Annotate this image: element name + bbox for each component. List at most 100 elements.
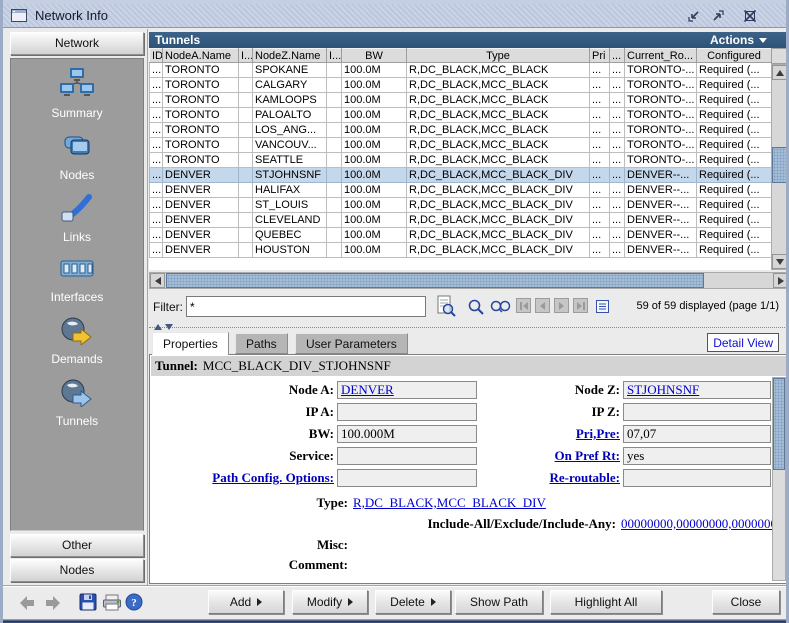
node-z-field[interactable]: STJOHNSNF <box>623 381 771 399</box>
minimize-button[interactable] <box>685 7 702 24</box>
column-header[interactable]: I... <box>327 49 342 63</box>
scroll-up-button[interactable] <box>772 65 787 80</box>
filter-input[interactable] <box>186 296 426 317</box>
path-config-options-link[interactable]: Path Config. Options: <box>156 470 334 486</box>
column-header[interactable]: ... <box>610 49 625 63</box>
node-a-link[interactable]: DENVER <box>341 382 394 397</box>
table-row[interactable]: ...DENVERHOUSTON100.0MR,DC_BLACK,MCC_BLA… <box>150 243 772 258</box>
last-page-button[interactable] <box>573 298 588 313</box>
column-header[interactable]: NodeZ.Name <box>253 49 327 63</box>
close-dialog-button[interactable]: Close <box>712 590 780 614</box>
table-row[interactable]: ...TORONTOCALGARY100.0MR,DC_BLACK,MCC_BL… <box>150 78 772 93</box>
first-page-button[interactable] <box>516 298 531 313</box>
node-a-field[interactable]: DENVER <box>337 381 477 399</box>
sidebar-item-nodes[interactable]: Nodes <box>59 131 95 182</box>
maximize-button[interactable] <box>709 7 726 24</box>
pri-pre-field[interactable]: 07,07 <box>623 425 771 443</box>
table-row[interactable]: ...DENVERQUEBEC100.0MR,DC_BLACK,MCC_BLAC… <box>150 228 772 243</box>
table-row[interactable]: ...TORONTOVANCOUV...100.0MR,DC_BLACK,MCC… <box>150 138 772 153</box>
scroll-left-button[interactable] <box>150 273 165 288</box>
table-vertical-scrollbar[interactable] <box>771 64 788 270</box>
table-horizontal-scrollbar[interactable] <box>149 272 789 289</box>
other-category-button[interactable]: Other <box>10 534 144 557</box>
collapse-down-icon[interactable] <box>165 324 173 330</box>
bw-field[interactable]: 100.000M <box>337 425 477 443</box>
sidebar-item-demands[interactable]: Demands <box>51 315 102 366</box>
show-path-button[interactable]: Show Path <box>455 590 543 614</box>
collapse-up-icon[interactable] <box>154 324 162 330</box>
properties-scroll-thumb[interactable] <box>773 378 785 470</box>
scroll-down-button[interactable] <box>772 254 787 269</box>
network-category-button[interactable]: Network <box>10 32 144 55</box>
table-cell: Required (... <box>697 78 772 93</box>
ip-z-field[interactable] <box>623 403 771 421</box>
print-icon[interactable] <box>102 593 122 617</box>
column-header[interactable]: Current_Ro... <box>625 49 697 63</box>
horizontal-scroll-thumb[interactable] <box>166 273 704 288</box>
zoom-selection-icon[interactable] <box>489 298 513 321</box>
save-icon[interactable] <box>79 593 97 616</box>
next-page-button[interactable] <box>554 298 569 313</box>
column-header[interactable]: Type <box>407 49 590 63</box>
split-divider[interactable] <box>149 323 789 332</box>
highlight-all-button[interactable]: Highlight All <box>550 590 662 614</box>
tab-properties[interactable]: Properties <box>152 332 229 355</box>
nodes-category-button[interactable]: Nodes <box>10 559 144 582</box>
column-header[interactable]: Pri <box>590 49 610 63</box>
detail-view-button[interactable]: Detail View <box>707 333 779 352</box>
titlebar[interactable]: Network Info <box>3 4 786 28</box>
table-row[interactable]: ...TORONTOSPOKANE100.0MR,DC_BLACK,MCC_BL… <box>150 63 772 78</box>
filter-label: Filter: <box>153 300 183 314</box>
table-row[interactable]: ...TORONTOKAMLOOPS100.0MR,DC_BLACK,MCC_B… <box>150 93 772 108</box>
sidebar-item-interfaces[interactable]: Interfaces <box>51 255 104 304</box>
table-cell <box>327 78 342 93</box>
include-link[interactable]: 00000000,00000000,00000000 <box>621 516 784 532</box>
column-header[interactable]: NodeA.Name <box>163 49 239 63</box>
table-row[interactable]: ...DENVERST_LOUIS100.0MR,DC_BLACK,MCC_BL… <box>150 198 772 213</box>
pri-pre-label-link[interactable]: Pri,Pre: <box>480 426 620 442</box>
tab-user-parameters[interactable]: User Parameters <box>295 333 408 354</box>
column-header[interactable]: I... <box>239 49 253 63</box>
table-cell: 100.0M <box>342 93 407 108</box>
column-header[interactable]: ID <box>150 49 163 63</box>
list-view-icon[interactable] <box>596 300 609 318</box>
table-row[interactable]: ...DENVERSTJOHNSNF100.0MR,DC_BLACK,MCC_B… <box>150 168 772 183</box>
back-arrow-icon[interactable] <box>17 593 37 618</box>
sidebar-item-links[interactable]: Links <box>59 193 95 244</box>
find-in-page-icon[interactable] <box>435 295 457 323</box>
tunnel-title-strip: Tunnel: MCC_BLACK_DIV_STJOHNSNF <box>151 356 787 376</box>
vertical-scroll-thumb[interactable] <box>772 147 787 183</box>
column-header[interactable]: Configured <box>697 49 772 63</box>
node-z-link[interactable]: STJOHNSNF <box>627 382 699 397</box>
table-row[interactable]: ...DENVERHALIFAX100.0MR,DC_BLACK,MCC_BLA… <box>150 183 772 198</box>
path-config-field[interactable] <box>337 469 477 487</box>
previous-page-button[interactable] <box>535 298 550 313</box>
service-field[interactable] <box>337 447 477 465</box>
re-routable-label-link[interactable]: Re-routable: <box>480 470 620 486</box>
help-icon[interactable]: ? <box>125 593 143 616</box>
close-button[interactable] <box>741 7 758 24</box>
add-button[interactable]: Add <box>208 590 284 614</box>
sidebar-item-summary[interactable]: Summary <box>51 67 102 120</box>
table-cell: TORONTO <box>163 123 239 138</box>
zoom-icon[interactable] <box>467 298 485 321</box>
re-routable-field[interactable] <box>623 469 771 487</box>
scroll-right-button[interactable] <box>773 273 788 288</box>
table-row[interactable]: ...TORONTOLOS_ANG...100.0MR,DC_BLACK,MCC… <box>150 123 772 138</box>
actions-menu[interactable]: Actions <box>710 33 767 47</box>
ip-a-field[interactable] <box>337 403 477 421</box>
properties-scrollbar[interactable] <box>772 377 786 581</box>
forward-arrow-icon[interactable] <box>43 593 63 618</box>
modify-button[interactable]: Modify <box>292 590 368 614</box>
type-link[interactable]: R,DC_BLACK,MCC_BLACK_DIV <box>353 495 546 511</box>
tab-paths[interactable]: Paths <box>235 333 288 354</box>
table-row[interactable]: ...TORONTOPALOALTO100.0MR,DC_BLACK,MCC_B… <box>150 108 772 123</box>
delete-button[interactable]: Delete <box>375 590 451 614</box>
network-info-window: Network Info Network Summary <box>0 0 789 623</box>
on-pref-rt-label-link[interactable]: On Pref Rt: <box>480 448 620 464</box>
table-row[interactable]: ...DENVERCLEVELAND100.0MR,DC_BLACK,MCC_B… <box>150 213 772 228</box>
column-header[interactable]: BW <box>342 49 407 63</box>
table-row[interactable]: ...TORONTOSEATTLE100.0MR,DC_BLACK,MCC_BL… <box>150 153 772 168</box>
on-pref-rt-field[interactable]: yes <box>623 447 771 465</box>
sidebar-item-tunnels[interactable]: Tunnels <box>56 377 98 428</box>
